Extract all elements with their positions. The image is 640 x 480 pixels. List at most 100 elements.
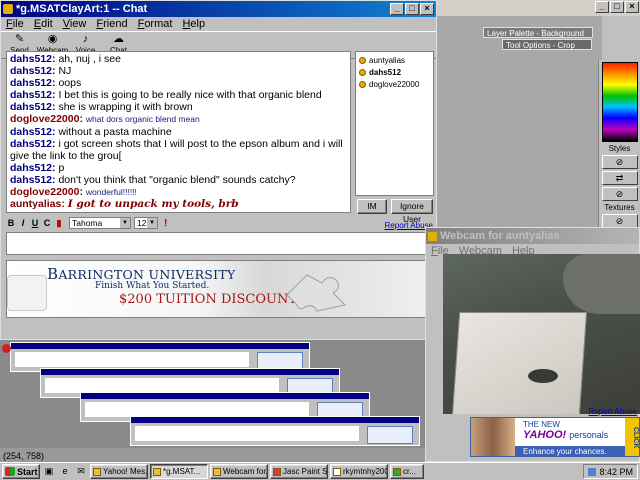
taskbar-button-yahoo-messenger[interactable]: Yahoo! Mes... <box>90 464 148 479</box>
paint-maximize-button[interactable]: □ <box>610 1 624 13</box>
webcam-title: Webcam for auntyalias <box>440 230 560 242</box>
ignore-user-button[interactable]: Ignore User <box>391 199 433 224</box>
message-user: dahs512 <box>10 101 53 114</box>
chat-title: *g.MSATClayArt:1 -- Chat <box>16 3 148 15</box>
chat-message: dahs512: ah, nuj , i see <box>10 53 121 65</box>
taskbar-button-rkymtnhy[interactable]: rkymtnhy200... <box>330 464 388 479</box>
swap-colors-icon[interactable]: ⇄ <box>601 171 638 185</box>
tray-network-icon[interactable] <box>588 467 597 476</box>
color-picker[interactable] <box>601 62 638 142</box>
windows-logo-icon <box>5 467 15 476</box>
taskbar-button-chat[interactable]: *g.MSAT... <box>150 464 208 479</box>
user-status-icon <box>359 56 366 64</box>
paint-minimize-button[interactable]: _ <box>595 1 609 13</box>
taskbar-button-webcam[interactable]: Webcam for... <box>210 464 268 479</box>
message-user: dahs512 <box>10 137 53 150</box>
font-size-select[interactable]: 12 ▼ <box>134 217 158 229</box>
taskbar-button-cr[interactable]: cr... <box>390 464 424 479</box>
message-text: I bet this is going to be really nice wi… <box>58 89 322 102</box>
browser-icon[interactable]: e <box>58 465 72 478</box>
font-name-select[interactable]: Tahoma ▼ <box>69 217 131 229</box>
yahoo-ad-click[interactable]: CLICK <box>625 418 639 456</box>
format-toolbar: B I U C ▮ Tahoma ▼ 12 ▼ ! <box>5 216 435 230</box>
layer-palette-title[interactable]: Layer Palette - Background <box>483 27 593 38</box>
color-button[interactable]: C <box>41 218 53 228</box>
message-user: dahs512 <box>10 161 53 174</box>
im-button[interactable]: IM <box>357 199 387 214</box>
user-list-item[interactable]: dahs512 <box>359 66 430 78</box>
menu-view[interactable]: View <box>58 18 92 30</box>
chat-bubble-icon: ☁ <box>113 33 124 45</box>
chat-minimize-button[interactable]: _ <box>390 3 404 15</box>
yahoo-personals-ad[interactable]: THE NEW YAHOO! personals Enhance your ch… <box>470 417 640 457</box>
chat-message: auntyalias: I got to unpack my tools, br… <box>10 198 239 211</box>
paint-shop-icon <box>273 467 281 476</box>
task-label: *g.MSAT... <box>163 467 201 476</box>
paint-close-button[interactable]: × <box>625 1 639 13</box>
chat-close-button[interactable]: × <box>420 3 434 15</box>
barrington-ad-banner[interactable]: BARRINGTON UNIVERSITY Finish What You St… <box>6 260 436 318</box>
task-label: Webcam for... <box>223 467 268 476</box>
mail-icon[interactable]: ✉ <box>74 465 88 478</box>
message-text: i got screen shots that I will post to t… <box>10 137 343 162</box>
message-user: dahs512 <box>10 89 53 102</box>
show-desktop-icon[interactable]: ▣ <box>42 465 56 478</box>
menu-friend[interactable]: Friend <box>91 18 132 30</box>
message-user: dahs512 <box>10 77 53 90</box>
clock[interactable]: 8:42 PM <box>599 467 633 477</box>
chat-menubar: File Edit View Friend Format Help <box>1 17 436 31</box>
message-user: dahs512 <box>10 125 53 138</box>
message-text: wonderful!!!!!! <box>85 187 137 198</box>
task-label: Jasc Paint S... <box>283 467 328 476</box>
ad-discount: $200 TUITION DISCOUNT <box>119 292 298 307</box>
message-user: doglove22000 <box>10 113 80 126</box>
webcam-report-abuse-link[interactable]: Report Abuse <box>589 407 637 416</box>
underline-button[interactable]: U <box>29 218 41 228</box>
webcam-titlebar[interactable]: Webcam for auntyalias <box>426 228 639 244</box>
ad-tagline: Finish What You Started. <box>95 281 210 291</box>
user-name: doglove22000 <box>369 79 420 89</box>
puzzle-piece-icon <box>286 274 347 312</box>
styles-label: Styles <box>608 144 631 153</box>
menu-edit[interactable]: Edit <box>29 18 58 30</box>
menu-help[interactable]: Help <box>177 18 210 30</box>
chat-titlebar[interactable]: *g.MSATClayArt:1 -- Chat _ □ × <box>1 1 436 17</box>
chat-message: dahs512: I bet this is going to be reall… <box>10 89 322 102</box>
menu-format[interactable]: Format <box>133 18 178 30</box>
system-tray: 8:42 PM <box>583 464 638 479</box>
bold-button[interactable]: B <box>5 218 17 228</box>
chat-input-field[interactable] <box>6 232 429 255</box>
taskbar: Start ▣ e ✉ Yahoo! Mes... *g.MSAT... Web… <box>0 462 640 480</box>
emoticon-icon[interactable]: ! <box>164 218 167 229</box>
user-list-item[interactable]: doglove22000 <box>359 78 430 90</box>
message-user: dahs512 <box>10 173 53 186</box>
chat-message: dahs512: NJ <box>10 65 72 78</box>
feed-ceramic-tile <box>450 312 588 414</box>
chat-maximize-button[interactable]: □ <box>405 3 419 15</box>
tool-options-title[interactable]: Tool Options - Crop <box>502 39 592 50</box>
chat-message-log[interactable]: dahs512: ah, nuj , i see dahs512: NJ dah… <box>6 51 351 213</box>
university-seal-icon <box>7 275 47 311</box>
style-swatch[interactable]: ⊘ <box>601 155 638 169</box>
message-text: don't you think that "organic blend" sou… <box>58 173 296 186</box>
user-list-item[interactable]: auntyalias <box>359 54 430 66</box>
style-swatch-2[interactable]: ⊘ <box>601 187 638 201</box>
message-user: dahs512 <box>10 53 53 65</box>
chat-app-icon <box>3 4 13 14</box>
user-name: auntyalias <box>369 55 406 65</box>
taskbar-button-paint-shop[interactable]: Jasc Paint S... <box>270 464 328 479</box>
webcam-task-icon <box>213 467 221 476</box>
coordinate-readout: (254, 758) <box>3 451 45 461</box>
webcam-icon: ◉ <box>47 33 58 45</box>
message-user: dahs512 <box>10 65 53 78</box>
italic-button[interactable]: I <box>17 218 29 228</box>
document-icon <box>333 467 341 476</box>
menu-file[interactable]: File <box>1 18 29 30</box>
texture-swatch[interactable]: ⊘ <box>601 214 638 228</box>
user-status-icon <box>359 80 366 88</box>
message-text: without a pasta machine <box>58 125 172 138</box>
font-color-icon[interactable]: ▮ <box>53 218 65 229</box>
yahoo-ad-brand: YAHOO! personals <box>523 429 608 441</box>
message-text: p <box>58 161 65 174</box>
start-button[interactable]: Start <box>2 464 40 479</box>
